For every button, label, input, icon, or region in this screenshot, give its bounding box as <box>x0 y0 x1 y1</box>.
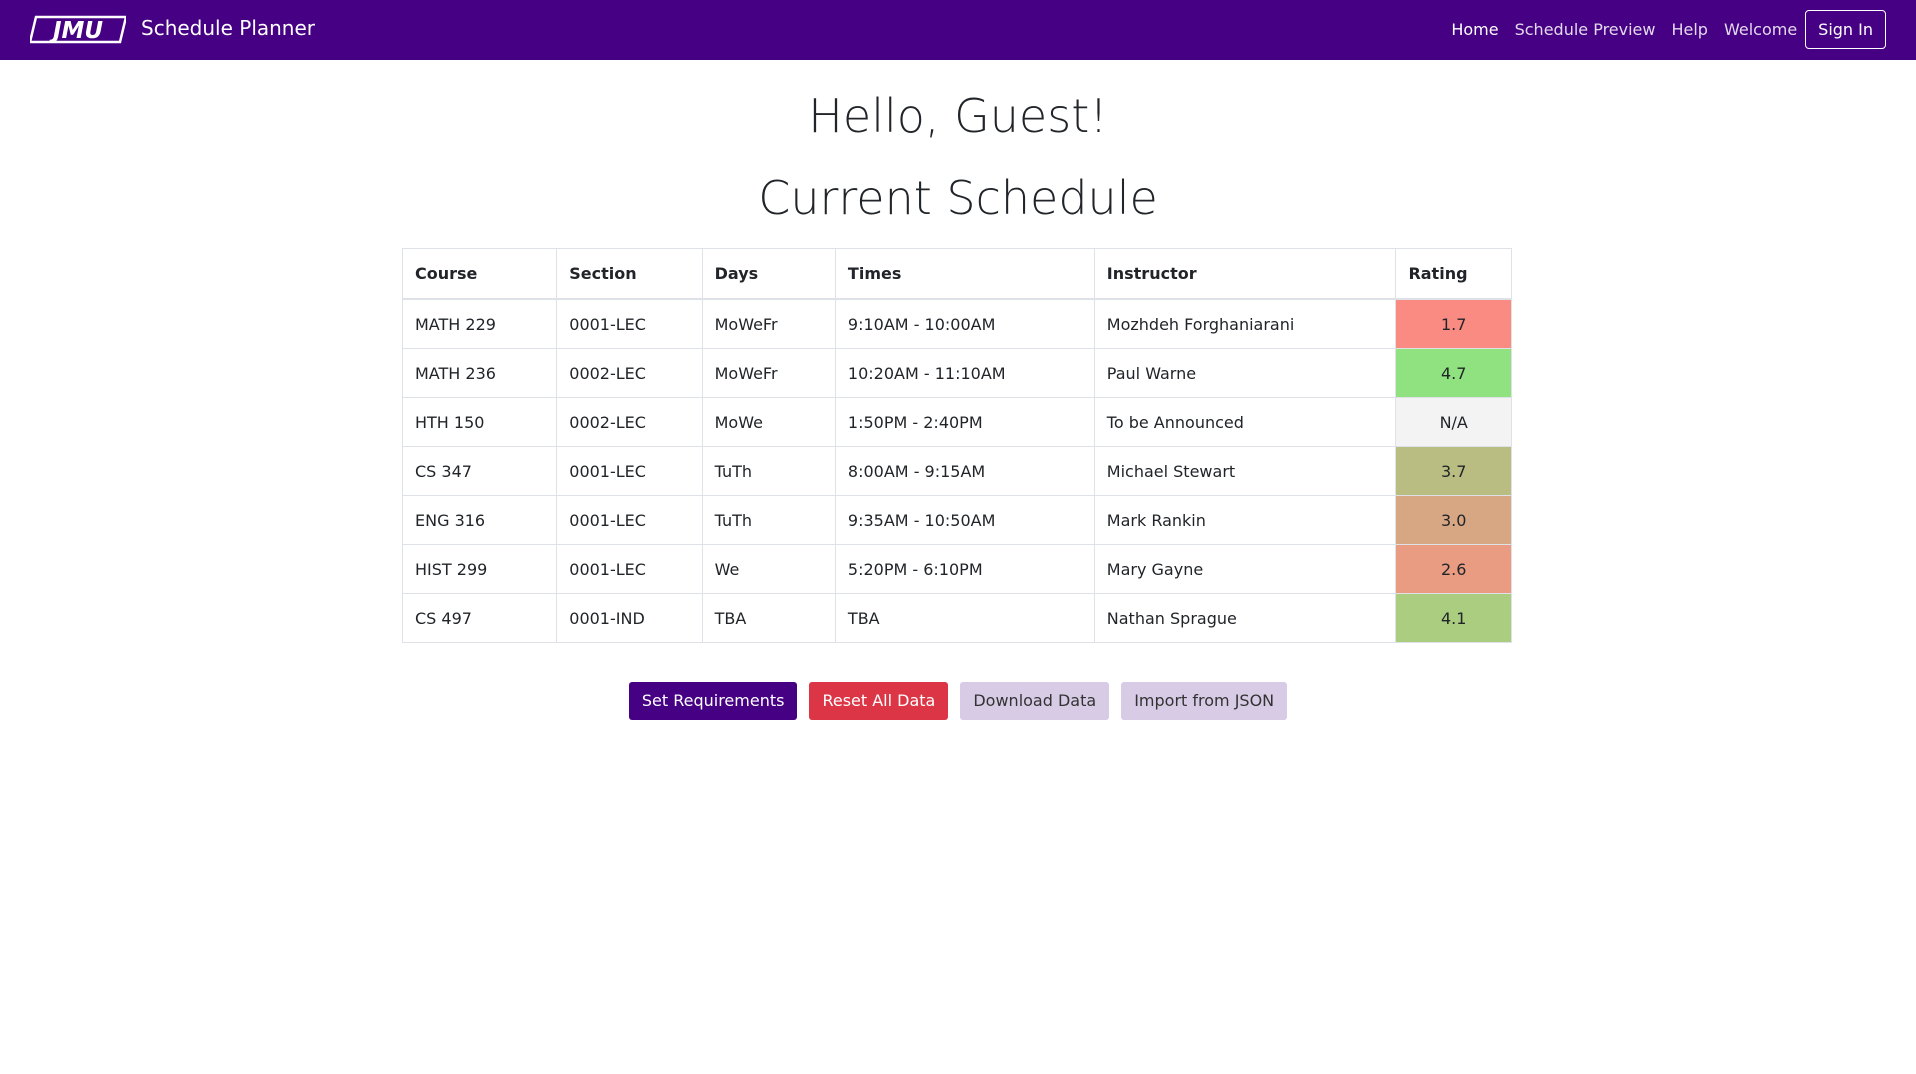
cell-instructor: Mary Gayne <box>1093 544 1397 594</box>
header-days: Days <box>701 248 836 300</box>
cell-course: MATH 229 <box>401 298 558 349</box>
cell-instructor: Mozhdeh Forghaniarani <box>1093 298 1397 349</box>
cell-section: 0001-IND <box>556 593 703 643</box>
table-header-row: Course Section Days Times Instructor Rat… <box>401 248 1512 300</box>
nav-help[interactable]: Help <box>1671 20 1707 39</box>
cell-rating: 4.7 <box>1395 348 1512 398</box>
cell-times: 5:20PM - 6:10PM <box>834 544 1095 594</box>
cell-instructor: Paul Warne <box>1093 348 1397 398</box>
nav-links: Home Schedule Preview Help Welcome Sign … <box>1435 9 1886 49</box>
cell-course: CS 347 <box>401 446 558 496</box>
nav-welcome[interactable]: Welcome <box>1724 20 1797 39</box>
schedule-table: Course Section Days Times Instructor Rat… <box>401 248 1512 643</box>
cell-instructor: Nathan Sprague <box>1093 593 1397 643</box>
cell-section: 0001-LEC <box>556 495 703 545</box>
app-title[interactable]: Schedule Planner <box>141 14 315 42</box>
cell-rating: 2.6 <box>1395 544 1512 594</box>
jmu-logo[interactable]: JMU <box>30 13 126 46</box>
cell-days: TBA <box>701 593 836 643</box>
cell-course: HTH 150 <box>401 397 558 447</box>
cell-rating: 3.7 <box>1395 446 1512 496</box>
cell-course: MATH 236 <box>401 348 558 398</box>
cell-course: CS 497 <box>401 593 558 643</box>
table-row: MATH 229 0001-LEC MoWeFr 9:10AM - 10:00AM Mo… <box>401 298 1512 349</box>
cell-rating: N/A <box>1395 397 1512 447</box>
schedule-body: MATH 229 0001-LEC MoWeFr 9:10AM - 10:00AM Mo… <box>401 298 1512 643</box>
header-section: Section <box>556 248 703 300</box>
cell-days: MoWeFr <box>701 348 836 398</box>
table-row: MATH 236 0002-LEC MoWeFr 10:20AM - 11:10AM P… <box>401 348 1512 398</box>
table-row: CS 497 0001-IND TBA TBA Nathan Sprague 4.1 <box>401 593 1512 643</box>
cell-rating: 4.1 <box>1395 593 1512 643</box>
cell-rating: 1.7 <box>1395 298 1512 349</box>
table-row: CS 347 0001-LEC TuTh 8:00AM - 9:15AM Michael… <box>401 446 1512 496</box>
cell-times: 8:00AM - 9:15AM <box>834 446 1095 496</box>
header-course: Course <box>401 248 558 300</box>
cell-section: 0001-LEC <box>556 298 703 349</box>
table-row: ENG 316 0001-LEC TuTh 9:35AM - 10:50AM Mark … <box>401 495 1512 545</box>
cell-course: ENG 316 <box>401 495 558 545</box>
action-buttons: Set Requirements Reset All Data Download… <box>0 682 1916 720</box>
nav-schedule-preview[interactable]: Schedule Preview <box>1515 20 1656 39</box>
download-data-button[interactable]: Download Data <box>960 682 1110 720</box>
reset-all-data-button[interactable]: Reset All Data <box>809 682 949 720</box>
sign-in-button[interactable]: Sign In <box>1805 9 1886 49</box>
cell-instructor: Mark Rankin <box>1093 495 1397 545</box>
cell-section: 0002-LEC <box>556 348 703 398</box>
cell-times: 10:20AM - 11:10AM <box>834 348 1095 398</box>
cell-days: We <box>701 544 836 594</box>
header-times: Times <box>834 248 1095 300</box>
cell-days: TuTh <box>701 495 836 545</box>
top-navbar: JMU Schedule Planner Home Schedule Previ… <box>0 0 1916 60</box>
table-row: HIST 299 0001-LEC We 5:20PM - 6:10PM Mary Ga… <box>401 544 1512 594</box>
import-json-button[interactable]: Import from JSON <box>1121 682 1288 720</box>
cell-instructor: To be Announced <box>1093 397 1397 447</box>
schedule-title: Current Schedule <box>758 171 1158 225</box>
cell-rating: 3.0 <box>1395 495 1512 545</box>
set-requirements-button[interactable]: Set Requirements <box>628 682 798 720</box>
logo-text: JMU <box>49 18 103 44</box>
cell-section: 0001-LEC <box>556 544 703 594</box>
cell-instructor: Michael Stewart <box>1093 446 1397 496</box>
header-instructor: Instructor <box>1093 248 1397 300</box>
cell-days: MoWeFr <box>701 298 836 349</box>
cell-times: 9:10AM - 10:00AM <box>834 298 1095 349</box>
greeting-heading: Hello, Guest! <box>808 89 1108 143</box>
cell-times: 1:50PM - 2:40PM <box>834 397 1095 447</box>
cell-times: TBA <box>834 593 1095 643</box>
header-rating: Rating <box>1395 248 1512 300</box>
nav-home[interactable]: Home <box>1451 20 1498 39</box>
cell-days: MoWe <box>701 397 836 447</box>
cell-section: 0002-LEC <box>556 397 703 447</box>
cell-times: 9:35AM - 10:50AM <box>834 495 1095 545</box>
cell-days: TuTh <box>701 446 836 496</box>
cell-course: HIST 299 <box>401 544 558 594</box>
table-row: HTH 150 0002-LEC MoWe 1:50PM - 2:40PM To be … <box>401 397 1512 447</box>
cell-section: 0001-LEC <box>556 446 703 496</box>
